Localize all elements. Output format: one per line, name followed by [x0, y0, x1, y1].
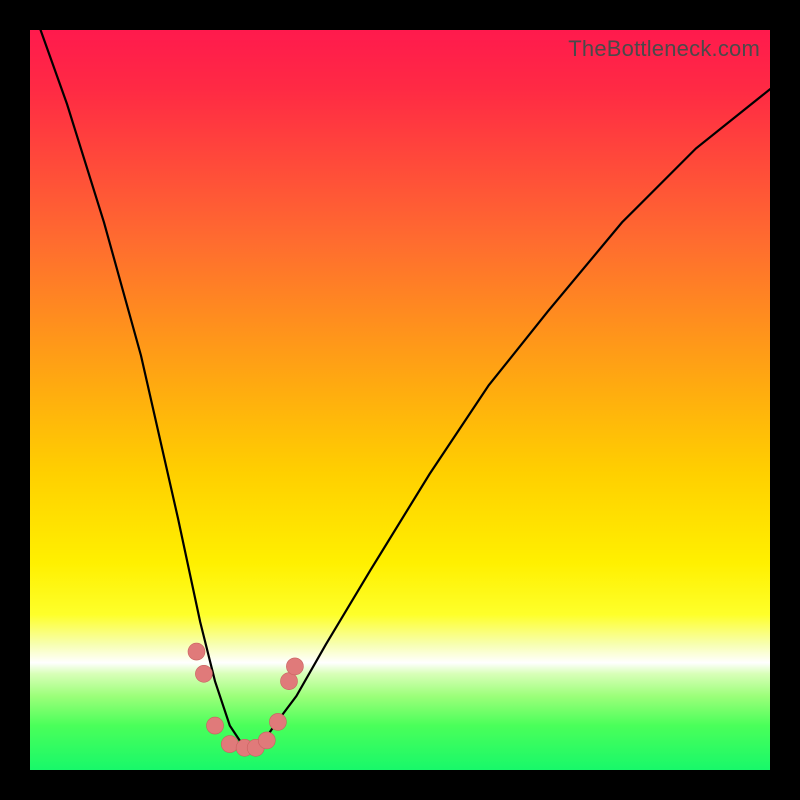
marker-dot	[258, 732, 275, 749]
plot-area: TheBottleneck.com	[30, 30, 770, 770]
marker-dot	[188, 643, 205, 660]
chart-frame: TheBottleneck.com	[0, 0, 800, 800]
marker-dot	[195, 665, 212, 682]
marker-dot	[281, 673, 298, 690]
marker-dot	[207, 717, 224, 734]
marker-dot	[221, 736, 238, 753]
marker-layer	[188, 643, 303, 756]
marker-dot	[286, 658, 303, 675]
bottleneck-curve	[30, 30, 770, 748]
marker-dot	[269, 713, 286, 730]
curve-layer	[30, 30, 770, 770]
